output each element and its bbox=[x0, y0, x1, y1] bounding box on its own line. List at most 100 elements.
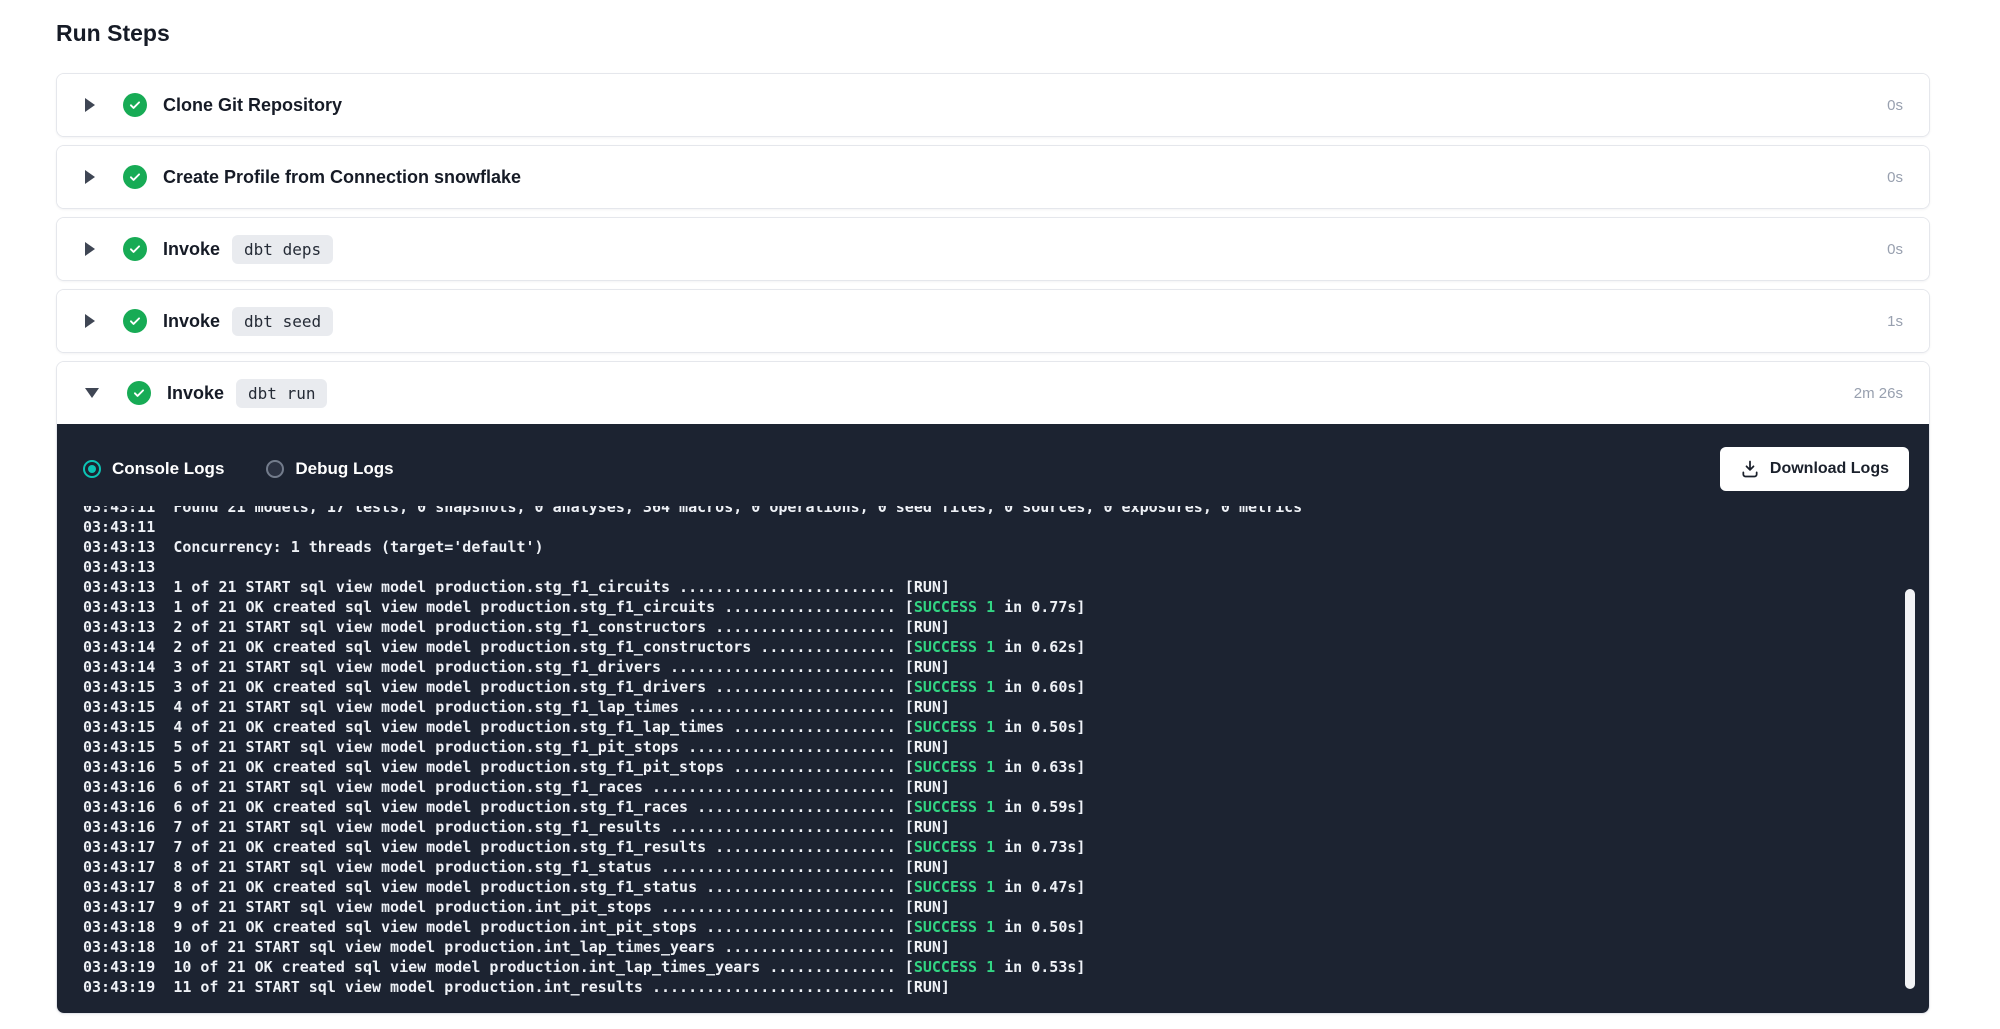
log-line: 03:43:15 4 of 21 OK created sql view mod… bbox=[83, 717, 1889, 737]
radio-label: Debug Logs bbox=[295, 459, 393, 479]
log-success-badge: SUCCESS 1 bbox=[914, 958, 995, 976]
log-message: Concurrency: 1 threads (target='default'… bbox=[173, 538, 543, 556]
chevron-right-icon[interactable] bbox=[85, 242, 95, 256]
step-create-profile: Create Profile from Connection snowflake… bbox=[56, 145, 1930, 209]
log-message: 7 of 21 START sql view model production.… bbox=[173, 818, 950, 836]
log-line: 03:43:16 7 of 21 START sql view model pr… bbox=[83, 817, 1889, 837]
command-chip: dbt run bbox=[236, 379, 327, 408]
log-success-badge: SUCCESS 1 bbox=[914, 878, 995, 896]
step-header-create-profile[interactable]: Create Profile from Connection snowflake… bbox=[57, 146, 1929, 208]
log-message-suffix: in 0.60s] bbox=[995, 678, 1085, 696]
log-message-suffix: in 0.59s] bbox=[995, 798, 1085, 816]
log-success-badge: SUCCESS 1 bbox=[914, 758, 995, 776]
log-timestamp: 03:43:18 bbox=[83, 918, 173, 936]
log-message: 6 of 21 OK created sql view model produc… bbox=[173, 798, 914, 816]
chevron-down-icon[interactable] bbox=[85, 388, 99, 398]
log-success-badge: SUCCESS 1 bbox=[914, 918, 995, 936]
scrollbar-thumb[interactable] bbox=[1905, 589, 1915, 989]
log-line: 03:43:17 8 of 21 OK created sql view mod… bbox=[83, 877, 1889, 897]
log-success-badge: SUCCESS 1 bbox=[914, 638, 995, 656]
radio-unselected-icon bbox=[266, 460, 284, 478]
chevron-right-icon[interactable] bbox=[85, 170, 95, 184]
step-header-invoke-dbt-deps[interactable]: Invoke dbt deps 0s bbox=[57, 218, 1929, 280]
log-message: 9 of 21 OK created sql view model produc… bbox=[173, 918, 914, 936]
log-message: 3 of 21 START sql view model production.… bbox=[173, 658, 950, 676]
step-header-clone-git-repository[interactable]: Clone Git Repository 0s bbox=[57, 74, 1929, 136]
log-message: 9 of 21 START sql view model production.… bbox=[173, 898, 950, 916]
log-line: 03:43:16 6 of 21 START sql view model pr… bbox=[83, 777, 1889, 797]
step-header-invoke-dbt-seed[interactable]: Invoke dbt seed 1s bbox=[57, 290, 1929, 352]
log-message-suffix: in 0.63s] bbox=[995, 758, 1085, 776]
download-logs-button[interactable]: Download Logs bbox=[1720, 447, 1909, 491]
log-line: 03:43:13 Concurrency: 1 threads (target=… bbox=[83, 537, 1889, 557]
step-duration: 0s bbox=[1887, 169, 1903, 186]
log-success-badge: SUCCESS 1 bbox=[914, 598, 995, 616]
log-message: 10 of 21 START sql view model production… bbox=[173, 938, 950, 956]
log-message: 5 of 21 OK created sql view model produc… bbox=[173, 758, 914, 776]
log-timestamp: 03:43:15 bbox=[83, 738, 173, 756]
log-message: 6 of 21 START sql view model production.… bbox=[173, 778, 950, 796]
log-line: 03:43:15 5 of 21 START sql view model pr… bbox=[83, 737, 1889, 757]
log-timestamp: 03:43:17 bbox=[83, 898, 173, 916]
log-timestamp: 03:43:15 bbox=[83, 718, 173, 736]
step-header-invoke-dbt-run[interactable]: Invoke dbt run 2m 26s bbox=[57, 362, 1929, 424]
log-message-suffix: in 0.47s] bbox=[995, 878, 1085, 896]
debug-logs-radio[interactable]: Debug Logs bbox=[266, 459, 393, 479]
log-line: 03:43:17 9 of 21 START sql view model pr… bbox=[83, 897, 1889, 917]
check-circle-icon bbox=[123, 237, 147, 261]
chevron-right-icon[interactable] bbox=[85, 314, 95, 328]
console-toolbar: Console Logs Debug Logs Download Logs bbox=[57, 424, 1929, 494]
log-message: 4 of 21 START sql view model production.… bbox=[173, 698, 950, 716]
log-line: 03:43:13 1 of 21 OK created sql view mod… bbox=[83, 597, 1889, 617]
log-line: 03:43:11 Found 21 models, 17 tests, 0 sn… bbox=[83, 506, 1889, 517]
check-circle-icon bbox=[123, 165, 147, 189]
log-timestamp: 03:43:14 bbox=[83, 638, 173, 656]
log-line: 03:43:19 10 of 21 OK created sql view mo… bbox=[83, 957, 1889, 977]
log-line: 03:43:13 2 of 21 START sql view model pr… bbox=[83, 617, 1889, 637]
log-message-suffix: in 0.50s] bbox=[995, 718, 1085, 736]
console-logs-radio[interactable]: Console Logs bbox=[83, 459, 224, 479]
log-success-badge: SUCCESS 1 bbox=[914, 718, 995, 736]
log-timestamp: 03:43:13 bbox=[83, 578, 173, 596]
log-message-suffix: in 0.50s] bbox=[995, 918, 1085, 936]
log-message-suffix: in 0.62s] bbox=[995, 638, 1085, 656]
step-invoke-dbt-deps: Invoke dbt deps 0s bbox=[56, 217, 1930, 281]
log-message: 2 of 21 OK created sql view model produc… bbox=[173, 638, 914, 656]
log-line: 03:43:11 bbox=[83, 517, 1889, 537]
log-timestamp: 03:43:11 bbox=[83, 518, 173, 536]
step-clone-git-repository: Clone Git Repository 0s bbox=[56, 73, 1930, 137]
log-message: Found 21 models, 17 tests, 0 snapshots, … bbox=[173, 506, 1302, 516]
log-message: 4 of 21 OK created sql view model produc… bbox=[173, 718, 914, 736]
console-log-output[interactable]: 03:43:11 Found 21 models, 17 tests, 0 sn… bbox=[57, 506, 1929, 1013]
log-timestamp: 03:43:16 bbox=[83, 798, 173, 816]
log-line: 03:43:14 3 of 21 START sql view model pr… bbox=[83, 657, 1889, 677]
log-message-suffix: in 0.53s] bbox=[995, 958, 1085, 976]
step-label: Invoke bbox=[163, 239, 220, 260]
log-message: 7 of 21 OK created sql view model produc… bbox=[173, 838, 914, 856]
log-line: 03:43:17 7 of 21 OK created sql view mod… bbox=[83, 837, 1889, 857]
log-line: 03:43:15 3 of 21 OK created sql view mod… bbox=[83, 677, 1889, 697]
console-panel: Console Logs Debug Logs Download Logs 03… bbox=[57, 424, 1929, 1013]
log-timestamp: 03:43:11 bbox=[83, 506, 173, 516]
step-label: Clone Git Repository bbox=[163, 95, 342, 116]
steps-list: Clone Git Repository 0s Create Profile f… bbox=[56, 73, 1930, 1014]
log-timestamp: 03:43:17 bbox=[83, 858, 173, 876]
log-timestamp: 03:43:19 bbox=[83, 978, 173, 996]
log-message: 2 of 21 START sql view model production.… bbox=[173, 618, 950, 636]
step-duration: 1s bbox=[1887, 313, 1903, 330]
chevron-right-icon[interactable] bbox=[85, 98, 95, 112]
log-success-badge: SUCCESS 1 bbox=[914, 838, 995, 856]
log-line: 03:43:16 6 of 21 OK created sql view mod… bbox=[83, 797, 1889, 817]
step-label: Invoke bbox=[163, 311, 220, 332]
check-circle-icon bbox=[127, 381, 151, 405]
page-title: Run Steps bbox=[56, 20, 2000, 47]
log-line: 03:43:19 11 of 21 START sql view model p… bbox=[83, 977, 1889, 997]
step-duration: 0s bbox=[1887, 241, 1903, 258]
log-timestamp: 03:43:15 bbox=[83, 678, 173, 696]
log-timestamp: 03:43:16 bbox=[83, 778, 173, 796]
step-invoke-dbt-run: Invoke dbt run 2m 26s Console Logs Debug… bbox=[56, 361, 1930, 1014]
download-logs-label: Download Logs bbox=[1770, 460, 1889, 478]
log-message: 8 of 21 OK created sql view model produc… bbox=[173, 878, 914, 896]
radio-label: Console Logs bbox=[112, 459, 224, 479]
log-line: 03:43:15 4 of 21 START sql view model pr… bbox=[83, 697, 1889, 717]
